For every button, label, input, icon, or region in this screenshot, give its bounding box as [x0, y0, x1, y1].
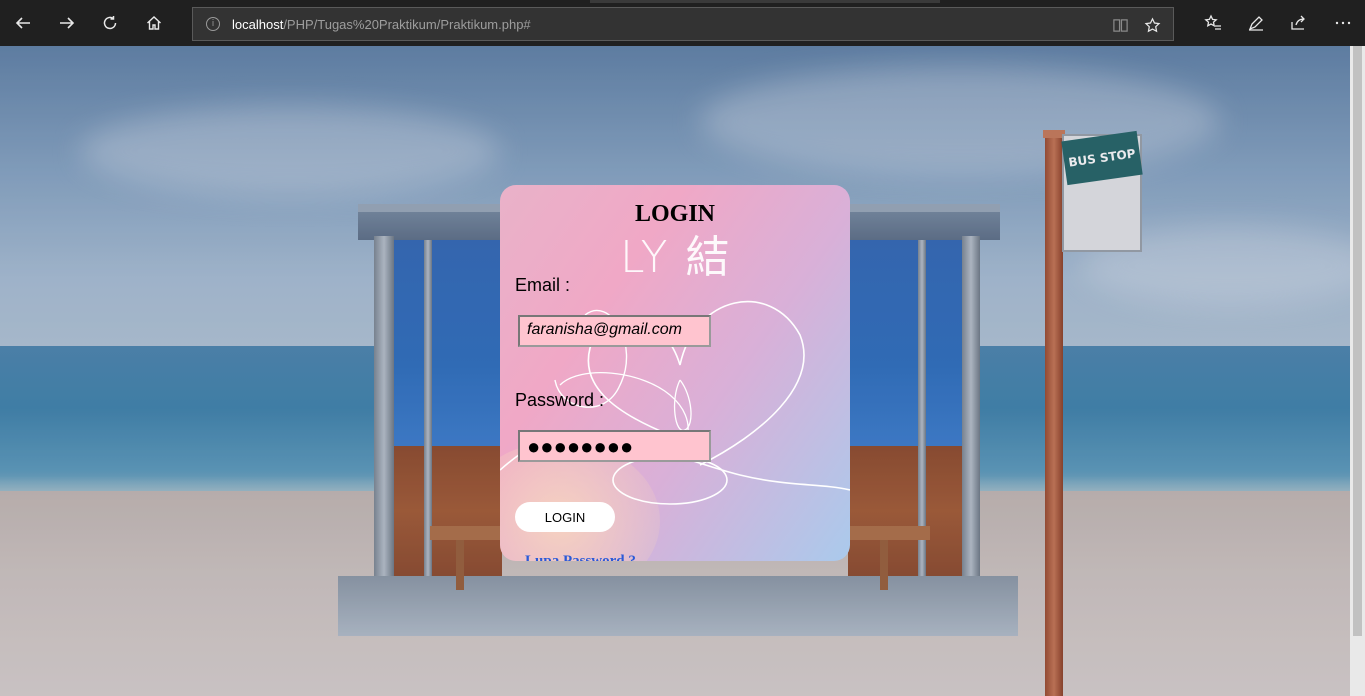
- back-arrow-icon[interactable]: [8, 8, 38, 38]
- forgot-password-link[interactable]: Lupa Password ?: [525, 553, 636, 561]
- url-path: /PHP/Tugas%20Praktikum/Praktikum.php#: [283, 16, 531, 32]
- vertical-scrollbar[interactable]: [1350, 46, 1365, 696]
- password-field[interactable]: ●●●●●●●●: [518, 430, 711, 462]
- active-tab-indicator: [590, 0, 940, 3]
- star-icon[interactable]: [1143, 16, 1161, 34]
- scrollbar-thumb[interactable]: [1353, 46, 1362, 636]
- site-info-icon[interactable]: i: [206, 17, 220, 31]
- password-label: Password :: [515, 390, 605, 410]
- pen-icon[interactable]: [1241, 8, 1271, 38]
- login-button[interactable]: LOGIN: [515, 502, 615, 532]
- email-label: Email :: [515, 275, 571, 295]
- login-title: LOGIN: [634, 201, 715, 227]
- page-viewport: BUS STOP LY 結 LOGIN Email : faranisha@gm…: [0, 46, 1350, 696]
- home-icon[interactable]: [139, 8, 169, 38]
- favorites-list-icon[interactable]: [1198, 8, 1228, 38]
- forward-arrow-icon[interactable]: [52, 8, 82, 38]
- more-dots-icon[interactable]: [1328, 8, 1358, 38]
- url-host: localhost: [232, 16, 284, 32]
- share-icon[interactable]: [1284, 8, 1314, 38]
- url-text[interactable]: localhost/PHP/Tugas%20Praktikum/Praktiku…: [232, 17, 531, 32]
- login-card: LY 結 LOGIN Email : faranisha@gmail.com P…: [500, 185, 850, 561]
- browser-toolbar: i localhost/PHP/Tugas%20Praktikum/Prakti…: [0, 0, 1365, 46]
- ly-logo: LY 結: [620, 232, 732, 283]
- email-field[interactable]: faranisha@gmail.com: [518, 315, 711, 347]
- reading-view-icon[interactable]: [1111, 16, 1129, 34]
- address-bar[interactable]: i localhost/PHP/Tugas%20Praktikum/Prakti…: [192, 7, 1174, 41]
- refresh-icon[interactable]: [95, 8, 125, 38]
